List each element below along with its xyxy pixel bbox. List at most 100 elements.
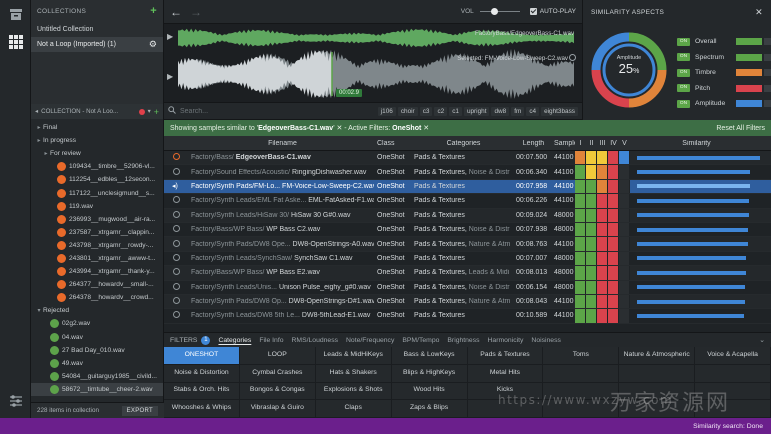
play-circle-icon[interactable] (164, 196, 188, 205)
aspect-on-toggle[interactable]: ON (677, 68, 690, 77)
category-filter-button[interactable]: Claps (315, 400, 392, 418)
expand-arrow-icon[interactable]: ▾ (35, 307, 43, 314)
category-filter-button[interactable]: Bongos & Congas (239, 382, 316, 401)
play-circle[interactable] (173, 253, 180, 261)
tree-item[interactable]: 117122__unclesigmund__s... (31, 186, 163, 199)
play-circle[interactable] (173, 311, 180, 319)
aspect-weight-bar[interactable] (736, 53, 762, 61)
play-circle[interactable] (173, 210, 180, 218)
dropdown-icon[interactable]: ▾ (148, 108, 151, 115)
aspect-row[interactable]: ON Spectrum (677, 50, 771, 66)
search-tag[interactable]: choir (397, 106, 418, 116)
forward-button[interactable]: → (190, 5, 202, 19)
category-filter-button[interactable]: Voice & Acapella (695, 347, 771, 365)
col-length[interactable]: Length (513, 140, 551, 147)
aspect-on-toggle[interactable]: ON (677, 99, 690, 108)
volume-slider[interactable] (479, 8, 520, 16)
export-button[interactable]: EXPORT (121, 405, 158, 416)
play-circle[interactable] (173, 153, 180, 161)
playing-icon[interactable]: ◂) (164, 182, 188, 190)
table-row[interactable]: Factory/Bass/WP Bass/ WP Bass C2.wav OneS… (164, 222, 771, 238)
play-circle-icon[interactable] (164, 297, 188, 306)
play-circle[interactable] (173, 282, 180, 290)
col-sample[interactable]: Sample (551, 140, 575, 147)
aspect-weight-bar[interactable] (736, 69, 762, 77)
aspect-weight-bar[interactable] (736, 100, 762, 108)
category-filter-button[interactable]: Leads & MidHiKeys (315, 347, 392, 365)
volume-slider-knob[interactable] (491, 8, 499, 15)
tab-harmonicity[interactable]: Harmonicity (488, 337, 524, 344)
table-row[interactable]: Factory/Bass/ EdgeoverBass-C1.wav OneShot… (164, 151, 771, 166)
tree-item[interactable]: 49.wav (31, 357, 163, 370)
col-iii[interactable]: III (597, 140, 608, 147)
search-input[interactable] (180, 107, 350, 115)
autoplay-toggle[interactable]: AUTO-PLAY (529, 8, 576, 15)
play-circle[interactable] (173, 167, 180, 175)
category-filter-button[interactable]: Metal Hits (467, 364, 544, 383)
filter-suffix[interactable]: ' ✕ - Active Filters: (333, 125, 390, 132)
tree-item[interactable]: ▸ For review (31, 147, 163, 160)
search-tag[interactable]: fm (511, 106, 525, 116)
play-bottom-icon[interactable]: ▶ (167, 72, 173, 81)
tab-file-info[interactable]: File Info (259, 337, 283, 344)
back-button[interactable]: ← (170, 5, 182, 19)
play-circle-icon[interactable] (164, 268, 188, 277)
tree-item[interactable]: 237587__xtrgamr__clappin... (31, 226, 163, 239)
sliders-icon[interactable] (7, 394, 24, 409)
search-tag[interactable]: dw8 (491, 106, 510, 116)
aspect-row[interactable]: ON Amplitude (677, 96, 771, 112)
col-ii[interactable]: II (586, 140, 597, 147)
tab-categories[interactable]: Categories (218, 337, 251, 344)
aspect-weight-bar[interactable] (736, 38, 762, 46)
search-tag[interactable]: c3 (419, 106, 433, 116)
table-row[interactable]: Factory/Synth Leads/SynchSaw/ SynchSaw C… (164, 251, 771, 267)
circle-icon[interactable] (569, 54, 576, 61)
search-tag[interactable]: c4 (526, 106, 540, 116)
expand-arrow-icon[interactable]: ▸ (35, 124, 43, 131)
tree-item[interactable]: 264378__howardv__crowd... (31, 291, 163, 304)
tree-item[interactable]: 243994__xtrgamr__thank-y... (31, 265, 163, 278)
play-circle-icon[interactable] (164, 210, 188, 220)
play-circle-icon[interactable] (164, 225, 188, 234)
collapse-arrow-icon[interactable]: ◂ (35, 108, 38, 115)
category-filter-button[interactable]: Whooshes & Whips (164, 400, 240, 418)
play-circle[interactable] (173, 239, 180, 247)
play-circle-icon[interactable] (164, 167, 188, 177)
tab-note-frequency[interactable]: Note/Frequency (346, 337, 394, 344)
tab-bpm-tempo[interactable]: BPM/Tempo (402, 337, 439, 344)
aspect-on-toggle[interactable]: ON (677, 37, 690, 46)
play-top-icon[interactable]: ▶ (167, 32, 173, 41)
category-filter-button[interactable]: Noise & Distortion (164, 364, 240, 383)
play-circle-icon[interactable] (164, 253, 188, 263)
category-filter-button[interactable]: ONESHOT (164, 347, 240, 365)
archive-icon[interactable] (7, 8, 24, 23)
tree-item[interactable]: 243801__xtrgamr__awww-t... (31, 252, 163, 265)
tree-item[interactable]: 119.wav (31, 200, 163, 213)
play-circle[interactable] (173, 268, 180, 276)
search-tag[interactable]: j106 (377, 106, 396, 116)
category-filter-button[interactable]: Bass & LowKeys (391, 347, 468, 365)
table-row[interactable]: Factory/Synth Pads/DW8 Op... DW8-OpenStr… (164, 294, 771, 310)
category-filter-button[interactable]: Hats & Shakers (315, 364, 392, 383)
play-circle-icon[interactable] (164, 153, 188, 162)
col-i[interactable]: I (575, 140, 586, 147)
collection-item-active[interactable]: Not a Loop (Imported) (1) ⚙ (31, 37, 163, 52)
search-tag[interactable]: c2 (434, 106, 448, 116)
aspect-row[interactable]: ON Pitch (677, 81, 771, 97)
table-row[interactable]: Factory/Synth Leads/EML Fat Aske... EML-… (164, 194, 771, 209)
remove-filter-icon[interactable]: ✕ (423, 125, 429, 132)
table-row[interactable]: Factory/Synth Leads/HiSaw 30/ HiSaw 30 G… (164, 208, 771, 223)
waveform-view[interactable]: ▶ ▶ FactoryBass/EdgeoverBass-C1.wav Sele… (164, 24, 582, 102)
col-class[interactable]: Class (374, 140, 411, 147)
collection-item[interactable]: Untitled Collection (31, 22, 163, 37)
category-filter-button[interactable]: Zaps & Blips (391, 400, 468, 418)
close-icon[interactable]: ✕ (755, 7, 763, 18)
category-filter-button[interactable]: Stabs & Orch. Hits (164, 382, 240, 401)
tree-item[interactable]: 27 Bad Day_010.wav (31, 344, 163, 357)
add-folder-button[interactable]: + (154, 107, 159, 117)
col-categories[interactable]: Categories (411, 140, 513, 147)
tab-brightness[interactable]: Brightness (447, 337, 479, 344)
search-tag[interactable]: upright (463, 106, 490, 116)
chevron-down-icon[interactable]: ⌄ (759, 336, 765, 344)
table-row[interactable]: Factory/Synth Leads/DW8 5th Le... DW8-5t… (164, 309, 771, 324)
